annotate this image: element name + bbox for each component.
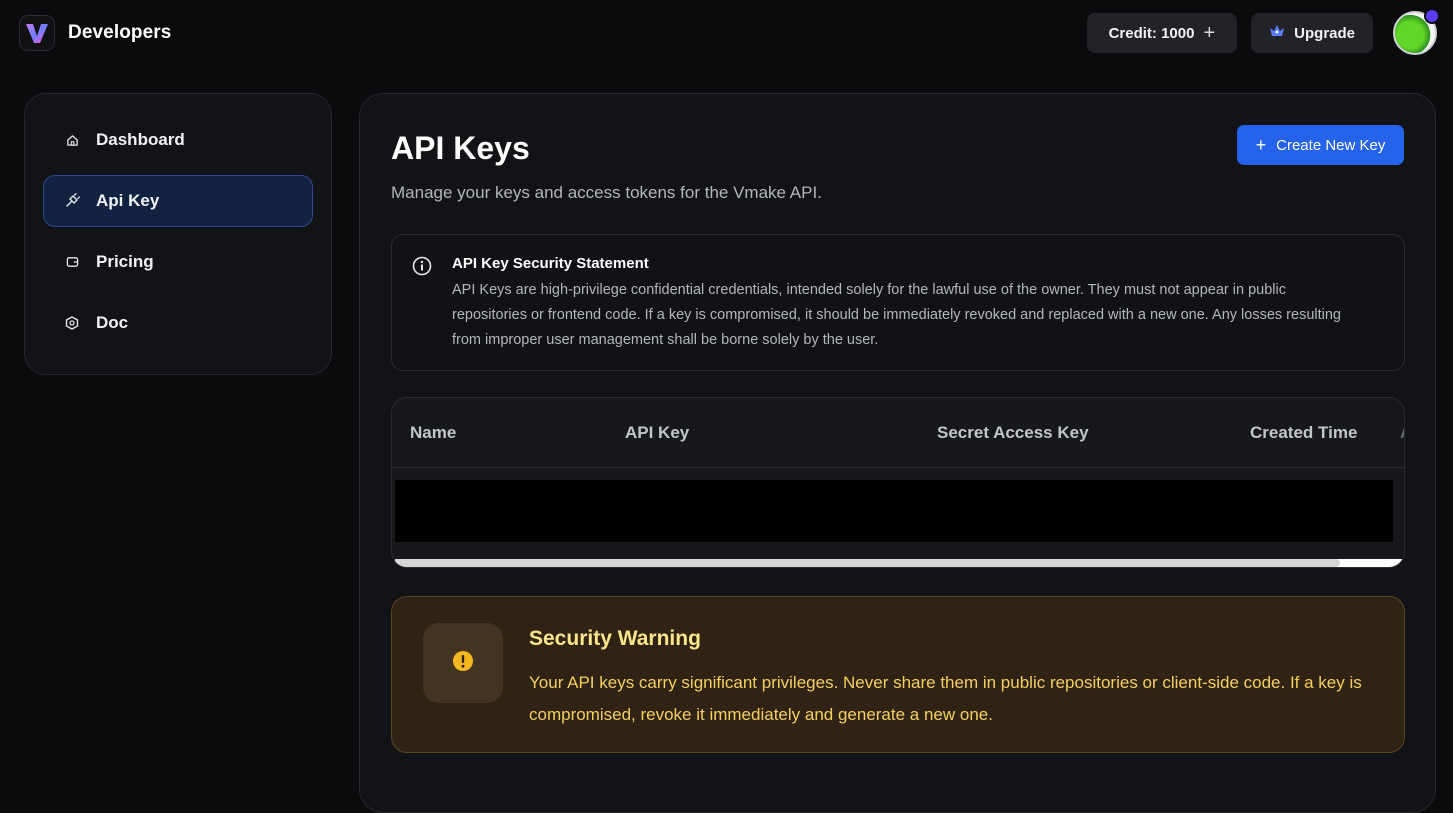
page-subtitle: Manage your keys and access tokens for t… [391, 183, 822, 202]
credit-button[interactable]: Credit: 1000 + [1086, 13, 1238, 53]
column-header-name: Name [410, 423, 457, 442]
redacted-table-row [395, 480, 1393, 542]
column-header-api-key: API Key [625, 423, 690, 442]
credit-label: Credit: 1000 [1108, 24, 1195, 42]
sidebar-item-pricing[interactable]: Pricing [43, 236, 313, 288]
sidebar-item-label: Pricing [96, 252, 154, 271]
main-panel: API Keys Manage your keys and access tok… [359, 93, 1436, 813]
hexagon-icon [64, 315, 80, 331]
sidebar-item-api-key[interactable]: Api Key [43, 175, 313, 227]
upgrade-button[interactable]: Upgrade [1251, 13, 1373, 53]
sidebar-item-doc[interactable]: Doc [43, 297, 313, 349]
brand[interactable]: Developers [19, 15, 171, 51]
home-icon [64, 132, 80, 148]
statement-body: API Keys are high-privilege confidential… [452, 282, 1341, 348]
warning-title: Security Warning [529, 627, 701, 650]
sidebar-item-label: Api Key [96, 191, 160, 210]
vmake-logo-icon[interactable] [19, 15, 55, 51]
warning-body: Your API keys carry significant privileg… [529, 673, 1362, 724]
table-header: Name API Key Secret Access Key Created T… [392, 398, 1404, 468]
plus-icon: + [1203, 22, 1216, 44]
api-keys-table: Name API Key Secret Access Key Created T… [391, 397, 1405, 568]
sidebar-item-dashboard[interactable]: Dashboard [43, 114, 313, 166]
brand-title: Developers [68, 22, 172, 43]
plus-icon: + [1255, 135, 1267, 155]
info-icon [412, 256, 432, 281]
horizontal-scrollbar[interactable] [395, 559, 1404, 567]
page-title: API Keys [391, 130, 530, 166]
wallet-icon [64, 254, 80, 270]
crown-icon [1269, 24, 1285, 42]
column-header-created-time: Created Time [1250, 423, 1358, 442]
security-warning: Security Warning Your API keys carry sig… [391, 596, 1405, 753]
avatar-button[interactable] [1387, 8, 1440, 55]
scrollbar-thumb[interactable] [395, 559, 1340, 567]
upgrade-label: Upgrade [1294, 24, 1355, 42]
sidebar-item-label: Dashboard [96, 130, 185, 149]
statement-title: API Key Security Statement [452, 255, 649, 272]
sidebar-item-label: Doc [96, 313, 129, 332]
column-header-truncated: A [1400, 423, 1404, 443]
create-new-key-button[interactable]: + Create New Key [1237, 125, 1404, 165]
warning-icon-box [423, 623, 503, 703]
top-bar: Developers Credit: 1000 + Upgrade [0, 0, 1453, 66]
column-header-secret-access-key: Secret Access Key [937, 423, 1089, 442]
security-statement: API Key Security Statement API Keys are … [391, 234, 1405, 371]
warning-icon [452, 650, 474, 677]
create-new-key-label: Create New Key [1276, 136, 1386, 154]
plug-icon [64, 193, 80, 209]
sidebar: Dashboard Api Key Pricing Doc [24, 93, 332, 375]
badge-icon [1424, 8, 1440, 24]
